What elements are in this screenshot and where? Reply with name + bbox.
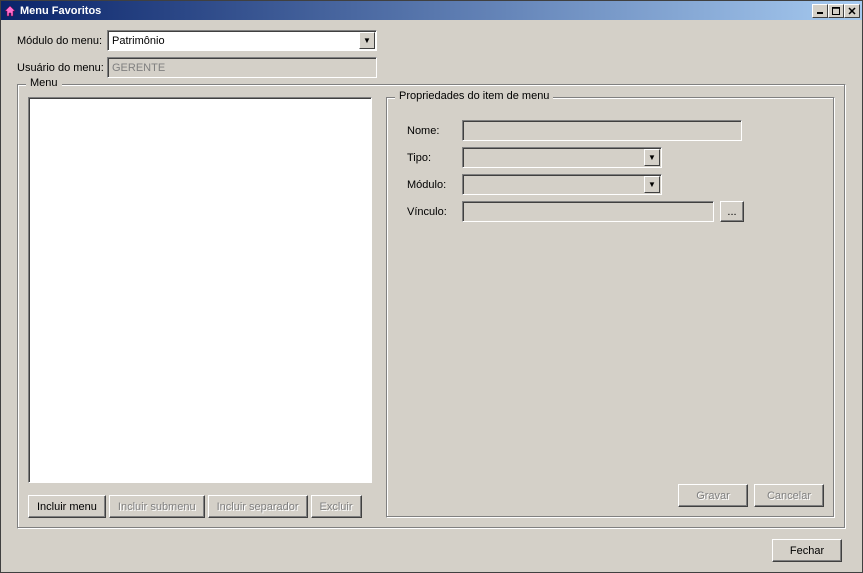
close-button[interactable] <box>844 4 860 18</box>
menu-legend: Menu <box>26 77 62 89</box>
vinculo-browse-button[interactable]: ... <box>720 201 744 222</box>
menu-left-column: Incluir menu Incluir submenu Incluir sep… <box>28 97 372 518</box>
tipo-row: Tipo: ▼ <box>407 147 814 168</box>
modulo-menu-combo[interactable]: ▼ <box>107 30 377 51</box>
menu-right-column: Propriedades do item de menu Nome: Tipo: <box>386 97 835 518</box>
chevron-down-icon[interactable]: ▼ <box>359 32 375 49</box>
props-fieldset: Propriedades do item de menu Nome: Tipo: <box>386 97 835 518</box>
fechar-button[interactable]: Fechar <box>772 539 842 562</box>
modulo-menu-input[interactable] <box>107 30 377 51</box>
incluir-submenu-button: Incluir submenu <box>109 495 205 518</box>
footer: Fechar <box>17 529 846 562</box>
menu-tree[interactable] <box>28 97 372 483</box>
modulo-row: Módulo: ▼ <box>407 174 814 195</box>
maximize-button[interactable] <box>828 4 844 18</box>
vinculo-row: Vínculo: ... <box>407 201 814 222</box>
modulo-label: Módulo: <box>407 179 462 191</box>
chevron-down-icon[interactable]: ▼ <box>644 149 660 166</box>
menu-content: Incluir menu Incluir submenu Incluir sep… <box>28 97 835 518</box>
tipo-label: Tipo: <box>407 152 462 164</box>
modulo-combo[interactable]: ▼ <box>462 174 662 195</box>
modulo-menu-label: Módulo do menu: <box>17 35 107 47</box>
vinculo-input <box>462 201 714 222</box>
usuario-menu-row: Usuário do menu: <box>17 57 846 78</box>
nome-input <box>462 120 742 141</box>
nome-label: Nome: <box>407 125 462 137</box>
window-title: Menu Favoritos <box>20 5 812 17</box>
props-buttons: Gravar Cancelar <box>678 484 824 507</box>
incluir-menu-button[interactable]: Incluir menu <box>28 495 106 518</box>
chevron-down-icon[interactable]: ▼ <box>644 176 660 193</box>
tipo-input <box>462 147 662 168</box>
usuario-menu-input <box>107 57 377 78</box>
window-body: Módulo do menu: ▼ Usuário do menu: Menu … <box>1 20 862 572</box>
menu-fieldset: Menu Incluir menu Incluir submenu Inclui… <box>17 84 846 529</box>
window: Menu Favoritos Módulo do menu: ▼ Usuário… <box>0 0 863 573</box>
modulo-menu-row: Módulo do menu: ▼ <box>17 30 846 51</box>
incluir-separador-button: Incluir separador <box>208 495 308 518</box>
home-icon <box>3 4 17 18</box>
titlebar: Menu Favoritos <box>1 1 862 20</box>
window-controls <box>812 4 860 18</box>
menu-button-row: Incluir menu Incluir submenu Incluir sep… <box>28 495 372 518</box>
excluir-button: Excluir <box>311 495 362 518</box>
props-legend: Propriedades do item de menu <box>395 90 553 102</box>
minimize-button[interactable] <box>812 4 828 18</box>
tipo-combo[interactable]: ▼ <box>462 147 662 168</box>
modulo-input <box>462 174 662 195</box>
usuario-menu-label: Usuário do menu: <box>17 62 107 74</box>
cancelar-button: Cancelar <box>754 484 824 507</box>
nome-row: Nome: <box>407 120 814 141</box>
props-inner: Nome: Tipo: ▼ Módulo <box>397 110 824 222</box>
gravar-button: Gravar <box>678 484 748 507</box>
vinculo-label: Vínculo: <box>407 206 462 218</box>
